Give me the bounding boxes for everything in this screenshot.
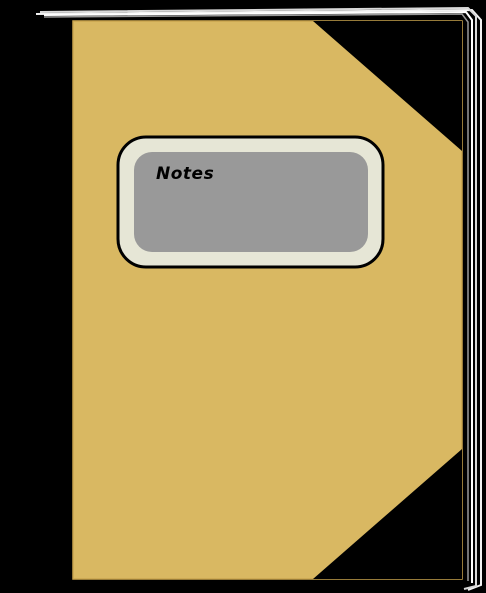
notebook-illustration: Notes (0, 0, 486, 593)
cover-label: Notes (116, 135, 385, 269)
notebook-cover (72, 20, 463, 580)
label-text: Notes (156, 164, 214, 184)
